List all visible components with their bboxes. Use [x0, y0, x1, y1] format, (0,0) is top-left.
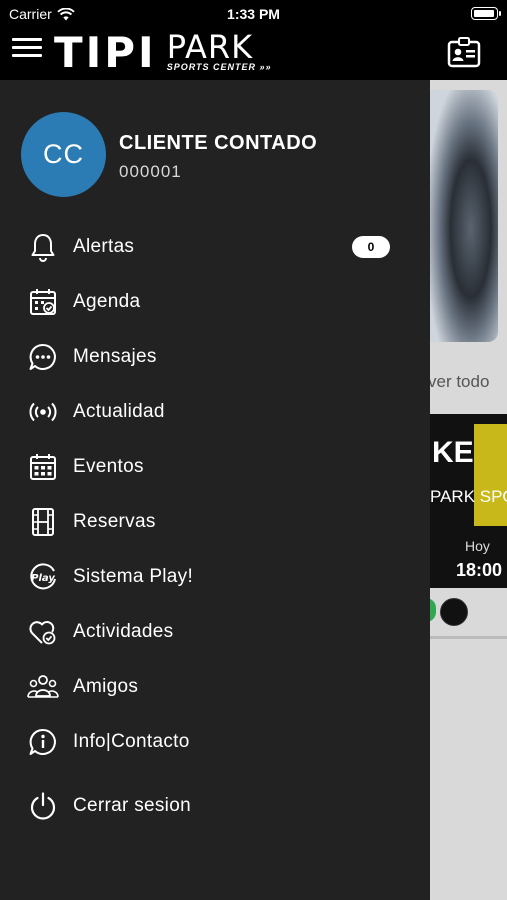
profile-id: 000001: [119, 162, 182, 181]
logo-park-text: PARK: [166, 28, 254, 66]
status-bar: Carrier 1:33 PM: [0, 0, 507, 28]
participant-avatar[interactable]: [440, 598, 468, 626]
menu-item-label: Reservas: [73, 511, 156, 532]
hamburger-menu-button[interactable]: [12, 38, 42, 62]
avatar-initials: CC: [43, 139, 84, 169]
navigation-drawer: CC CLIENTE CONTADO 000001 Alertas 0 Agen…: [0, 80, 430, 900]
background-content: ver todo KE PARK SPO Hoy 18:00: [430, 80, 507, 900]
event-banner[interactable]: KE PARK SPO: [430, 414, 507, 526]
menu-item-alertas[interactable]: Alertas 0: [0, 223, 430, 271]
alerts-count-badge: 0: [352, 236, 390, 258]
menu-item-reservas[interactable]: Reservas: [0, 498, 430, 546]
member-card-button[interactable]: [447, 36, 481, 68]
divider: [430, 636, 507, 639]
menu-item-actualidad[interactable]: Actualidad: [0, 388, 430, 436]
heart-check-icon: [27, 616, 59, 648]
menu-item-label: Actualidad: [73, 401, 165, 422]
bell-icon: [27, 231, 59, 263]
calendar-grid-icon: [27, 451, 59, 483]
event-time-row: Hoy 18:00: [430, 526, 507, 588]
menu-item-label: Alertas: [73, 236, 135, 257]
menu-item-label: Sistema Play!: [73, 566, 194, 587]
menu-item-label: Eventos: [73, 456, 144, 477]
menu-item-mensajes[interactable]: Mensajes: [0, 333, 430, 381]
calendar-check-icon: [27, 286, 59, 318]
menu-item-agenda[interactable]: Agenda: [0, 278, 430, 326]
see-all-link[interactable]: ver todo: [430, 372, 489, 392]
menu-item-label: Mensajes: [73, 346, 157, 367]
menu-item-label: Cerrar sesion: [73, 795, 191, 816]
logo-main-text: TIPI: [54, 28, 157, 77]
menu-item-actividades[interactable]: Actividades: [0, 608, 430, 656]
menu-item-sistema-play[interactable]: Play Sistema Play!: [0, 553, 430, 601]
friends-icon: [27, 671, 59, 703]
app-header: TIPI PARK SPORTS CENTER »»: [0, 28, 507, 80]
logo-sub-text: SPORTS CENTER »»: [166, 62, 272, 72]
logout-button[interactable]: Cerrar sesion: [0, 782, 430, 830]
menu-item-label: Info|Contacto: [73, 731, 190, 752]
menu-item-label: Agenda: [73, 291, 141, 312]
status-indicator: [430, 598, 436, 622]
app-logo: TIPI PARK SPORTS CENTER »»: [54, 30, 272, 76]
chat-icon: [27, 341, 59, 373]
battery-icon: [471, 7, 501, 20]
broadcast-icon: [27, 396, 59, 428]
avatar[interactable]: CC: [21, 112, 106, 197]
play-logo-icon: Play: [27, 561, 59, 593]
film-icon: [27, 506, 59, 538]
event-day: Hoy: [465, 538, 490, 554]
profile-name: CLIENTE CONTADO: [119, 132, 318, 154]
id-card-icon: [447, 37, 481, 68]
info-icon: [27, 726, 59, 758]
event-time: 18:00: [456, 560, 503, 580]
clock: 1:33 PM: [227, 6, 280, 22]
banner-subtext: PARK SPO: [430, 487, 507, 506]
featured-image[interactable]: [430, 90, 498, 342]
power-icon: [27, 790, 59, 822]
svg-text:Play: Play: [31, 573, 55, 584]
menu-item-info-contacto[interactable]: Info|Contacto: [0, 718, 430, 766]
menu-item-label: Amigos: [73, 676, 139, 697]
menu-item-label: Actividades: [73, 621, 174, 642]
menu-item-eventos[interactable]: Eventos: [0, 443, 430, 491]
menu-item-amigos[interactable]: Amigos: [0, 663, 430, 711]
banner-text: KE: [432, 436, 474, 469]
